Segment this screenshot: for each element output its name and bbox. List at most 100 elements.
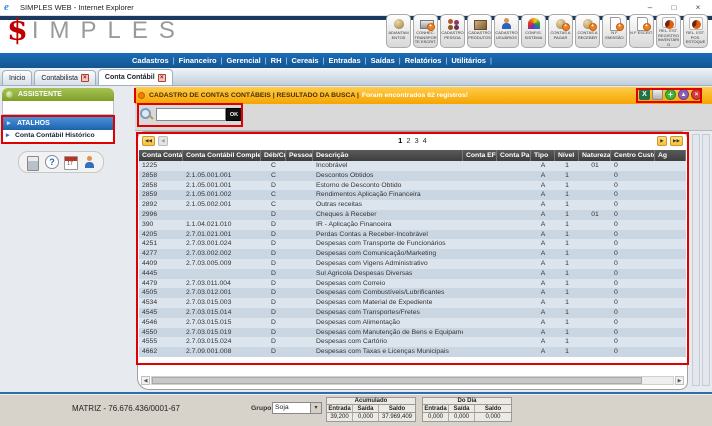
table-row[interactable]: 28582.1.05.001.001DEstorno de Desconto O… — [139, 181, 686, 191]
page-number-2[interactable]: 2 — [406, 136, 410, 145]
table-row[interactable]: 45342.7.03.015.003DDespesas com Material… — [139, 298, 686, 308]
sidebar-item-conta-contabil-historico[interactable]: Conta Contábil Histórico — [3, 130, 113, 142]
search-ok-button[interactable]: OK — [226, 108, 242, 121]
column-header-conta-efd[interactable]: Conta EFD — [463, 150, 497, 161]
help-icon[interactable] — [45, 155, 58, 170]
table-row[interactable]: 45552.7.03.015.024DDespesas com Cartório… — [139, 337, 686, 347]
column-header-conta-contabil-completa[interactable]: Conta Contábil Completa — [183, 150, 261, 161]
vertical-scrollbar[interactable] — [692, 134, 700, 386]
table-cell: 2.7.03.015.014 — [183, 308, 261, 318]
group-select[interactable]: Soja — [272, 402, 322, 414]
column-header-nivel[interactable]: Nível — [555, 150, 579, 161]
next-page-button[interactable]: ▶ — [657, 136, 667, 146]
table-row[interactable]: 44092.7.03.005.009DDespesas com Vigens A… — [139, 259, 686, 269]
toolbar-button-rel-est-pos-estoque[interactable]: REL. EST. POS. ESTOQUE — [683, 14, 708, 48]
column-header-deb-cred[interactable]: Déb/Créd — [261, 150, 286, 161]
toolbar-button-cadastro-produtos[interactable]: CADASTRO PRODUTOS — [467, 14, 492, 48]
table-cell — [497, 230, 531, 240]
table-row[interactable]: 45502.7.03.015.019DDespesas com Manutenç… — [139, 328, 686, 338]
table-row[interactable]: 28592.1.05.001.002CRendimentos Aplicação… — [139, 190, 686, 200]
menu-item-cereais[interactable]: Cereais — [287, 56, 322, 65]
upload-icon[interactable] — [678, 89, 689, 100]
horizontal-scrollbar[interactable]: ◀ ▶ — [141, 375, 684, 385]
search-area: OK — [135, 104, 712, 131]
menu-item-rh[interactable]: RH — [267, 56, 286, 65]
tab-conta-contabil[interactable]: Conta Contábil× — [98, 69, 173, 85]
assistente-header[interactable]: ASSISTENTE — [2, 88, 114, 101]
calculator-icon[interactable] — [26, 155, 39, 170]
toolbar-button-adiantamentos[interactable]: ADIANTAMENTOS — [386, 14, 411, 48]
toolbar-button-rel-est-registro-inventario[interactable]: REL. EST. REGISTRO INVENTÁRIO — [656, 14, 681, 48]
tab-close-icon[interactable]: × — [81, 74, 89, 82]
scroll-right-icon[interactable]: ▶ — [675, 376, 684, 385]
toolbar-button-cadastro-pessoa[interactable]: CADASTRO PESSOA — [440, 14, 465, 48]
table-cell: A — [531, 200, 555, 210]
table-cell: 0 — [611, 318, 655, 328]
table-cell — [655, 269, 686, 279]
last-page-button[interactable]: ▶▶ — [670, 136, 683, 146]
table-row[interactable]: 2996DCheques à ReceberA1010 — [139, 210, 686, 220]
tab-close-icon[interactable]: × — [158, 74, 166, 82]
column-header-natureza[interactable]: Natureza — [579, 150, 611, 161]
page-number-4[interactable]: 4 — [423, 136, 427, 145]
toolbar-button-n-f-emissao[interactable]: N F EMISSÃO — [602, 14, 627, 48]
table-row[interactable]: 42512.7.03.001.024DDespesas com Transpor… — [139, 239, 686, 249]
table-cell — [463, 181, 497, 191]
table-row[interactable]: 45462.7.03.015.015DDespesas com Alimenta… — [139, 318, 686, 328]
scrollbar-track[interactable] — [151, 376, 674, 385]
table-row[interactable]: 46622.7.09.001.008DDespesas com Taxas e … — [139, 347, 686, 357]
menu-item-cadastros[interactable]: Cadastros — [128, 56, 173, 65]
toolbar-button-cadastro-usuarios[interactable]: CADASTRO USUÁRIOS — [494, 14, 519, 48]
table-cell: D — [261, 308, 286, 318]
table-row[interactable]: 28922.1.05.002.001COutras receitasA10 — [139, 200, 686, 210]
tab-inicio[interactable]: Inicio — [2, 70, 32, 85]
calendar-icon[interactable]: 17 — [64, 155, 77, 170]
toolbar-button-contas-a-receber[interactable]: CONTAS A RECEBER — [575, 14, 600, 48]
atalhos-header[interactable]: ATALHOS — [3, 117, 113, 130]
column-header-tipo[interactable]: Tipo — [531, 150, 555, 161]
table-row[interactable]: 45052.7.03.012.001DDespesas com Combustí… — [139, 288, 686, 298]
menu-item-financeiro[interactable]: Financeiro — [175, 56, 221, 65]
table-cell — [579, 220, 611, 230]
toolbar-button-conhec-transporte-escrit[interactable]: CONHEC. TRANSPORTE ESCRIT. — [413, 14, 438, 48]
table-row[interactable]: 44792.7.03.011.004DDespesas com CorreioA… — [139, 279, 686, 289]
toolbar-button-n-f-escrit[interactable]: N F ESCRIT. — [629, 14, 654, 48]
menu-item-utilitarios[interactable]: Utilitários — [447, 56, 490, 65]
toolbar-button-contas-a-pagar[interactable]: CONTAS A PAGAR — [548, 14, 573, 48]
table-row[interactable]: 1225CIncobrávelA1010 — [139, 161, 686, 171]
user-icon[interactable] — [83, 155, 96, 170]
menu-item-entradas[interactable]: Entradas — [325, 56, 365, 65]
column-header-descricao[interactable]: Descrição — [313, 150, 463, 161]
scroll-left-icon[interactable]: ◀ — [141, 376, 150, 385]
window-vertical-scrollbar[interactable] — [702, 134, 710, 386]
table-row[interactable]: 3901.1.04.021.010DIR - Aplicação Finance… — [139, 220, 686, 230]
column-header-centro-custo[interactable]: Centro Custo — [611, 150, 655, 161]
toolbar-button-config-sistema[interactable]: CONFIG. SISTEMA — [521, 14, 546, 48]
page-number-3[interactable]: 3 — [415, 136, 419, 145]
table-row[interactable]: 42772.7.03.002.002DDespesas com Comunica… — [139, 249, 686, 259]
table-row[interactable]: 42052.7.01.021.001DPerdas Contas a Receb… — [139, 230, 686, 240]
column-header-pessoa[interactable]: Pessoa — [286, 150, 313, 161]
column-header-conta-contabil[interactable]: Conta Contábil — [139, 150, 183, 161]
search-input[interactable] — [156, 108, 226, 121]
menu-item-gerencial[interactable]: Gerencial — [223, 56, 265, 65]
table-row[interactable]: 45452.7.03.015.014DDespesas com Transpor… — [139, 308, 686, 318]
table-row[interactable]: 4445DSul Agricola Despesas DiversasA10 — [139, 269, 686, 279]
table-cell — [655, 190, 686, 200]
add-record-icon[interactable] — [665, 89, 676, 100]
printer-icon[interactable] — [652, 89, 663, 100]
table-row[interactable]: 28582.1.05.001.001CDescontos ObtidosA10 — [139, 171, 686, 181]
scrollbar-thumb[interactable] — [152, 377, 642, 384]
toolbar-button-label: REL. EST. POS. ESTOQUE — [684, 31, 707, 45]
close-panel-icon[interactable] — [691, 89, 702, 100]
column-header-conta-pai[interactable]: Conta Pai — [497, 150, 531, 161]
menu-item-relatorios[interactable]: Relatórios — [401, 56, 446, 65]
menu-item-saidas[interactable]: Saídas — [367, 56, 399, 65]
excel-export-icon[interactable] — [639, 89, 650, 100]
table-cell — [655, 308, 686, 318]
tab-contabilista[interactable]: Contabilista× — [34, 70, 96, 85]
page-number-1[interactable]: 1 — [398, 136, 402, 145]
table-cell — [579, 181, 611, 191]
column-header-ag[interactable]: Ag — [655, 150, 686, 161]
table-cell: Descontos Obtidos — [313, 171, 463, 181]
